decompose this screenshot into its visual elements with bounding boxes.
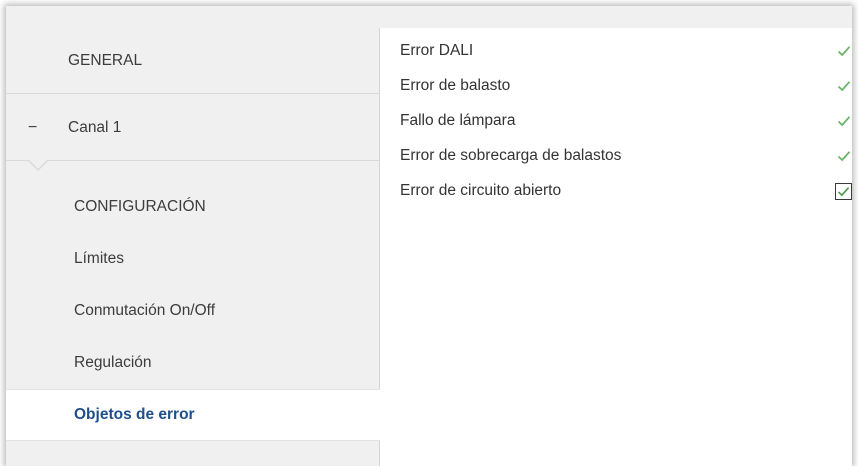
checkmark-icon[interactable] — [836, 43, 852, 59]
param-label: Error de circuito abierto — [400, 182, 562, 199]
checkmark-icon[interactable] — [836, 78, 852, 94]
checkmark-icon[interactable] — [836, 148, 852, 164]
sidebar-item-canal-1[interactable]: − Canal 1 — [6, 95, 379, 161]
sidebar-item-configuracion[interactable]: CONFIGURACIÓN — [6, 181, 379, 233]
parameters-window: GENERAL − Canal 1 CONFIGURACIÓN Límites … — [6, 6, 852, 466]
sidebar-nav: GENERAL − Canal 1 CONFIGURACIÓN Límites … — [6, 28, 380, 466]
parameters-panel: Error DALI Error de balasto Fallo de lám… — [380, 28, 852, 466]
param-label: Error de balasto — [400, 77, 511, 94]
sidebar-item-regulacion[interactable]: Regulación — [6, 337, 379, 389]
sidebar-item-general[interactable]: GENERAL — [6, 28, 379, 94]
sidebar-item-label: Regulación — [74, 354, 152, 371]
sidebar-item-label: Conmutación On/Off — [74, 302, 216, 319]
checkmark-icon[interactable] — [836, 113, 852, 129]
sidebar-item-label: GENERAL — [68, 51, 143, 69]
param-row-fallo-lampara: Fallo de lámpara — [400, 108, 852, 134]
param-label: Fallo de lámpara — [400, 112, 516, 129]
collapse-icon[interactable]: − — [28, 119, 46, 137]
sidebar-item-limites[interactable]: Límites — [6, 233, 379, 285]
window-top-bar — [6, 6, 852, 28]
sidebar-item-label: CONFIGURACIÓN — [74, 198, 206, 215]
param-row-error-dali: Error DALI — [400, 38, 852, 64]
sidebar-item-conmutacion[interactable]: Conmutación On/Off — [6, 285, 379, 337]
sidebar-item-label: Canal 1 — [68, 118, 122, 136]
param-label: Error DALI — [400, 42, 474, 59]
param-row-circuito-abierto: Error de circuito abierto — [400, 178, 852, 204]
checkbox-checked-icon[interactable] — [835, 182, 852, 200]
sidebar-item-label: Límites — [74, 250, 124, 267]
sidebar-item-objetos-de-error[interactable]: Objetos de error — [6, 389, 380, 441]
param-row-error-balasto: Error de balasto — [400, 73, 852, 99]
sidebar-item-label: Objetos de error — [74, 406, 195, 423]
param-label: Error de sobrecarga de balastos — [400, 147, 622, 164]
param-row-sobrecarga-balastos: Error de sobrecarga de balastos — [400, 143, 852, 169]
